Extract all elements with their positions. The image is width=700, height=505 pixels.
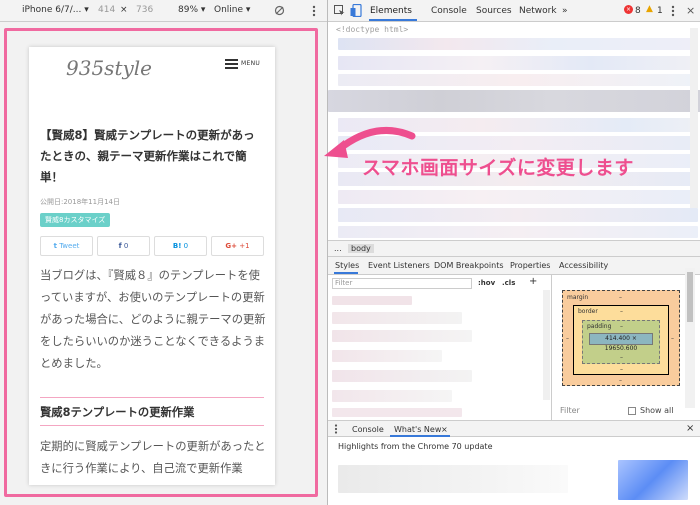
- drawer-menu-icon[interactable]: [334, 424, 338, 434]
- close-whats-new-icon[interactable]: ×: [441, 425, 448, 434]
- breadcrumb-body[interactable]: body: [348, 244, 374, 253]
- tab-console[interactable]: Console: [431, 6, 467, 16]
- devtools-menu-icon[interactable]: [671, 5, 675, 17]
- style-rule-blur: [332, 370, 472, 382]
- network-select[interactable]: Online ▾: [214, 5, 250, 15]
- tab-event-listeners[interactable]: Event Listeners: [368, 261, 430, 270]
- breadcrumb-more[interactable]: ...: [334, 244, 342, 253]
- style-rule-blur: [332, 312, 462, 324]
- inspect-icon[interactable]: [334, 5, 345, 16]
- style-rule-blur: [332, 350, 442, 362]
- styles-tab-indicator: [334, 272, 358, 274]
- border-bottom-value[interactable]: –: [620, 366, 623, 373]
- close-drawer-icon[interactable]: ×: [686, 423, 694, 434]
- padding-bottom-value[interactable]: –: [620, 354, 623, 361]
- dimension-times: ×: [120, 5, 128, 15]
- error-count[interactable]: 8: [635, 6, 641, 16]
- drawer-tab-whats-new[interactable]: What's New: [394, 425, 441, 434]
- computed-filter-input[interactable]: Filter: [560, 406, 580, 415]
- dom-line-blur: [338, 226, 698, 238]
- dom-line-blur: [338, 56, 698, 70]
- style-rule-blur: [332, 330, 472, 342]
- device-more-icon[interactable]: [312, 5, 316, 17]
- annotation-caption: スマホ画面サイズに変更します: [362, 157, 634, 179]
- dom-doctype[interactable]: <!doctype html>: [336, 25, 408, 34]
- zoom-select[interactable]: 89% ▾: [178, 5, 205, 15]
- style-rule-blur: [332, 408, 462, 417]
- tab-sources[interactable]: Sources: [476, 6, 512, 16]
- device-mode-icon[interactable]: [350, 4, 362, 17]
- new-rule-button[interactable]: +: [529, 276, 537, 287]
- styles-scrollbar[interactable]: [543, 290, 550, 400]
- margin-top-value[interactable]: –: [619, 294, 622, 301]
- highlight-frame: [4, 28, 318, 497]
- dom-line-blur: [338, 38, 698, 50]
- padding-top-value[interactable]: –: [620, 323, 623, 330]
- box-model-content[interactable]: 414.400 × 19650.600: [589, 333, 653, 352]
- margin-right-value[interactable]: –: [671, 335, 674, 342]
- style-rule-blur: [332, 296, 412, 305]
- computed-scrollbar[interactable]: [685, 268, 695, 408]
- device-toolbar: iPhone 6/7/... ▾ 414 × 736 89% ▾ Online …: [0, 0, 327, 22]
- more-tabs-icon[interactable]: »: [562, 6, 568, 16]
- tab-dom-breakpoints[interactable]: DOM Breakpoints: [434, 261, 504, 270]
- breadcrumb: ... body: [328, 240, 700, 257]
- border-top-value[interactable]: –: [620, 308, 623, 315]
- height-input[interactable]: 736: [136, 5, 153, 15]
- padding-label: padding: [587, 323, 612, 330]
- show-all-label[interactable]: Show all: [640, 406, 673, 415]
- width-input[interactable]: 414: [98, 5, 115, 15]
- show-all-checkbox[interactable]: [628, 407, 636, 415]
- tab-elements[interactable]: Elements: [370, 6, 412, 16]
- margin-label: margin: [567, 294, 589, 301]
- warning-icon: ▲: [646, 4, 653, 14]
- margin-bottom-value[interactable]: –: [619, 377, 622, 384]
- dom-line-blur: [338, 74, 698, 86]
- devtools-panel: Elements Console Sources Network » × 8 ▲…: [327, 0, 700, 505]
- whats-new-text-blur: [338, 465, 568, 493]
- drawer-tab-console[interactable]: Console: [352, 425, 384, 434]
- whats-new-heading: Highlights from the Chrome 70 update: [338, 442, 493, 451]
- active-tab-indicator: [369, 19, 417, 21]
- whats-new-image-blur: [618, 460, 688, 500]
- margin-left-value[interactable]: –: [566, 335, 569, 342]
- style-rule-blur: [332, 390, 452, 402]
- pane-divider: [551, 275, 552, 420]
- styles-tabbar: Styles Event Listeners DOM Breakpoints P…: [328, 257, 700, 275]
- close-devtools-icon[interactable]: ×: [686, 4, 695, 17]
- tab-network[interactable]: Network: [519, 6, 557, 16]
- box-model-margin: margin – – – – border – – padding – – 41…: [562, 290, 680, 386]
- error-icon: ×: [624, 5, 633, 14]
- hov-toggle[interactable]: :hov: [478, 279, 495, 287]
- warning-count[interactable]: 1: [657, 6, 663, 16]
- border-label: border: [578, 308, 598, 315]
- tab-accessibility[interactable]: Accessibility: [559, 261, 608, 270]
- box-model-border: border – – padding – – 414.400 × 19650.6…: [573, 305, 669, 375]
- dom-scrollbar[interactable]: [690, 28, 698, 208]
- rotate-icon[interactable]: [274, 5, 285, 16]
- drawer-tab-indicator: [390, 435, 450, 437]
- dom-line-blur: [338, 190, 698, 204]
- box-model-padding: padding – – 414.400 × 19650.600: [582, 320, 660, 364]
- dom-selected-line-blur: [328, 90, 700, 112]
- dom-line-blur: [338, 208, 698, 222]
- tab-styles[interactable]: Styles: [335, 261, 359, 270]
- styles-filter-input[interactable]: Filter: [332, 278, 472, 289]
- tab-properties[interactable]: Properties: [510, 261, 550, 270]
- drawer-tabbar: Console What's New × ×: [328, 420, 700, 437]
- device-select[interactable]: iPhone 6/7/... ▾: [22, 5, 89, 15]
- cls-toggle[interactable]: .cls: [502, 279, 515, 287]
